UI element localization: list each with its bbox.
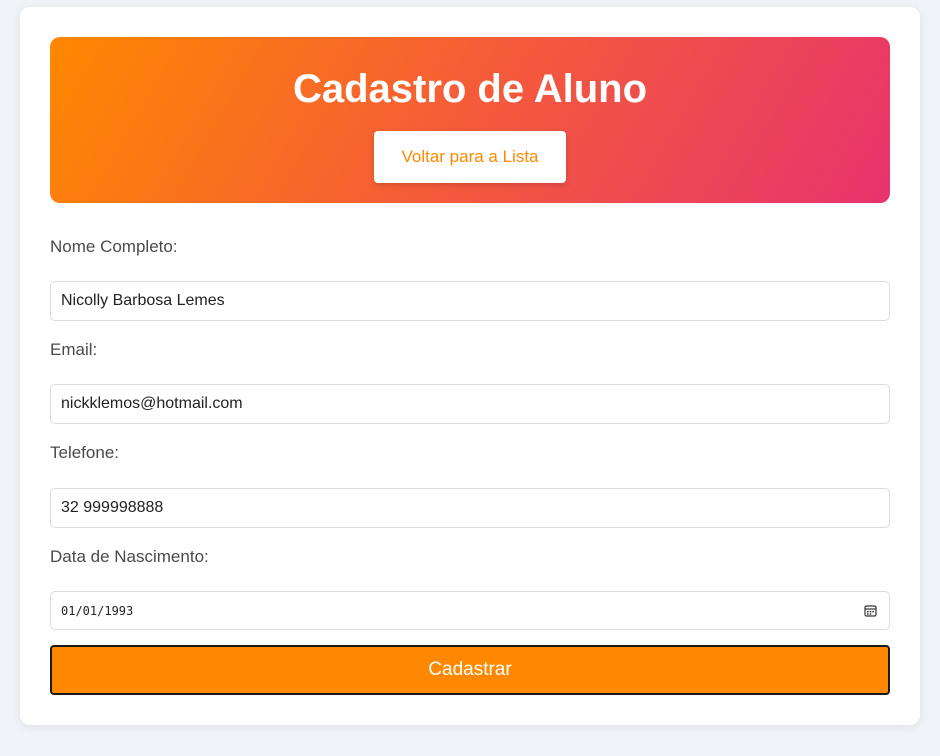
phone-label: Telefone: xyxy=(50,443,119,462)
name-input[interactable]: Nicolly Barbosa Lemes xyxy=(50,281,890,321)
email-label: Email: xyxy=(50,340,98,359)
phone-input[interactable]: 32 999998888 xyxy=(50,488,890,528)
back-to-list-button[interactable]: Voltar para a Lista xyxy=(374,131,566,183)
form-card: Cadastro de Aluno Voltar para a Lista No… xyxy=(20,7,920,725)
calendar-icon[interactable] xyxy=(864,604,877,617)
header-banner: Cadastro de Aluno Voltar para a Lista xyxy=(50,37,890,203)
name-label: Nome Completo: xyxy=(50,237,178,256)
birth-date-value: 01/01/1993 xyxy=(61,603,134,618)
birth-date-label: Data de Nascimento: xyxy=(50,547,209,566)
birth-date-input[interactable]: 01/01/1993 xyxy=(50,591,890,630)
submit-button[interactable]: Cadastrar xyxy=(50,645,890,695)
email-input[interactable]: nickklemos@hotmail.com xyxy=(50,384,890,424)
page-title: Cadastro de Aluno xyxy=(292,67,648,111)
